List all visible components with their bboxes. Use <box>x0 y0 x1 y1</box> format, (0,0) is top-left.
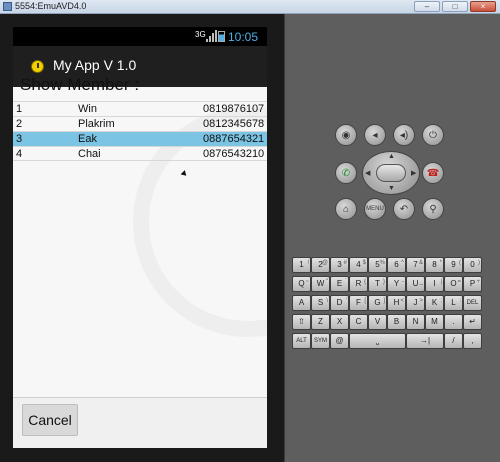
key-v[interactable]: V <box>368 314 387 330</box>
signal-icon <box>206 30 217 42</box>
key-u[interactable]: _ U <box>406 276 425 292</box>
key-p[interactable]: + P <box>463 276 482 292</box>
key-m[interactable]: M <box>425 314 444 330</box>
key-6[interactable]: ^ 6 <box>387 257 406 273</box>
close-button[interactable]: × <box>470 1 496 12</box>
key-shift[interactable]: ⇧ <box>292 314 311 330</box>
menu-button[interactable]: MENU <box>364 198 386 220</box>
dpad-down-icon[interactable]: ▼ <box>388 185 395 192</box>
key-7[interactable]: & 7 <box>406 257 425 273</box>
app-logo-icon <box>31 60 44 73</box>
key-j[interactable]: > J <box>406 295 425 311</box>
key-h[interactable]: < H <box>387 295 406 311</box>
member-phone: 0887654321 <box>203 133 265 145</box>
member-phone: 0819876107 <box>203 103 265 115</box>
phone-screen: 3G 10:05 My App V 1.0 Show Member : 1 Wi… <box>13 27 267 448</box>
window-titlebar: 5554:EmuAVD4.0 – □ × <box>0 0 500 14</box>
key-c[interactable]: C <box>349 314 368 330</box>
member-phone: 0876543210 <box>203 148 265 160</box>
key-e[interactable]: ` E <box>330 276 349 292</box>
key-1[interactable]: ! 1 <box>292 257 311 273</box>
key-slash[interactable]: / <box>444 333 463 349</box>
key-y[interactable]: -Y <box>387 276 406 292</box>
member-id: 1 <box>16 103 23 115</box>
key-3[interactable]: #3 <box>330 257 349 273</box>
key-s[interactable]: \ S <box>311 295 330 311</box>
key-t[interactable]: } T <box>368 276 387 292</box>
key-comma[interactable]: , <box>463 333 482 349</box>
back-icon[interactable]: ↶ <box>393 198 415 220</box>
key-b[interactable]: B <box>387 314 406 330</box>
member-name: Chai <box>78 148 101 160</box>
dpad-center-button[interactable] <box>376 164 406 182</box>
key-sym[interactable]: SYM <box>311 333 330 349</box>
window-controls: – □ × <box>414 1 496 12</box>
member-id: 4 <box>16 148 23 160</box>
dpad-left-icon[interactable]: ◀ <box>365 169 370 177</box>
cancel-button[interactable]: Cancel <box>22 404 78 436</box>
bottom-bar: Cancel <box>13 397 267 448</box>
section-title: Show Member : <box>20 75 140 94</box>
member-id: 3 <box>16 133 23 145</box>
key-at[interactable]: @ <box>330 333 349 349</box>
key-space[interactable]: ⎵ <box>349 333 406 349</box>
call-icon[interactable]: ✆ <box>335 162 357 184</box>
key-4[interactable]: $4 <box>349 257 368 273</box>
app-title: My App V 1.0 <box>53 57 137 73</box>
key-w[interactable]: " W <box>311 276 330 292</box>
key-x[interactable]: X <box>330 314 349 330</box>
key-enter[interactable]: ↵ <box>463 314 482 330</box>
key-alt-left[interactable]: ALT <box>292 333 311 349</box>
member-list: 1 Win 0819876107 2 Plakrim 0812345678 3 … <box>13 101 267 161</box>
minimize-button[interactable]: – <box>414 1 440 12</box>
power-icon[interactable]: ⏻ <box>422 124 444 146</box>
hardware-controls-panel <box>284 14 500 462</box>
key-o[interactable]: = O <box>444 276 463 292</box>
key-k[interactable]: ; K <box>425 295 444 311</box>
key-i[interactable]: | I <box>425 276 444 292</box>
status-bar: 3G 10:05 <box>13 27 267 46</box>
battery-icon <box>218 31 225 42</box>
key-r[interactable]: {R <box>349 276 368 292</box>
window-title: 5554:EmuAVD4.0 <box>15 1 87 11</box>
emulator-app-icon <box>3 2 12 11</box>
key-tab[interactable]: →| <box>406 333 444 349</box>
dpad-up-icon[interactable]: ▲ <box>388 153 395 160</box>
key-del[interactable]: DEL <box>463 295 482 311</box>
network-type: 3G <box>195 30 206 39</box>
key-d[interactable]: ' D <box>330 295 349 311</box>
member-name: Plakrim <box>78 118 115 130</box>
volume-down-icon[interactable]: ◂ <box>364 124 386 146</box>
member-id: 2 <box>16 118 23 130</box>
key-l[interactable]: :L <box>444 295 463 311</box>
list-item[interactable]: 1 Win 0819876107 <box>13 101 267 116</box>
list-item[interactable]: 4 Chai 0876543210 <box>13 146 267 161</box>
status-clock: 10:05 <box>228 30 259 44</box>
key-z[interactable]: Z <box>311 314 330 330</box>
end-call-icon[interactable]: ☎ <box>422 162 444 184</box>
key-9[interactable]: (9 <box>444 257 463 273</box>
member-phone: 0812345678 <box>203 118 265 130</box>
member-name: Eak <box>78 133 97 145</box>
camera-icon[interactable]: ◉ <box>335 124 357 146</box>
key-period[interactable]: . <box>444 314 463 330</box>
key-2[interactable]: @2 <box>311 257 330 273</box>
list-item[interactable]: 2 Plakrim 0812345678 <box>13 116 267 131</box>
volume-up-icon[interactable]: ◂) <box>393 124 415 146</box>
home-icon[interactable]: ⌂ <box>335 198 357 220</box>
key-n[interactable]: N <box>406 314 425 330</box>
key-f[interactable]: [F <box>349 295 368 311</box>
key-0[interactable]: ) 0 <box>463 257 482 273</box>
dpad-right-icon[interactable]: ▶ <box>411 169 416 177</box>
member-name: Win <box>78 103 97 115</box>
maximize-button[interactable]: □ <box>442 1 468 12</box>
key-q[interactable]: ~ Q <box>292 276 311 292</box>
list-item-selected[interactable]: 3 Eak 0887654321 <box>13 131 267 146</box>
key-a[interactable]: A <box>292 295 311 311</box>
key-5[interactable]: % 5 <box>368 257 387 273</box>
search-icon[interactable]: ⚲ <box>422 198 444 220</box>
key-g[interactable]: ] G <box>368 295 387 311</box>
key-8[interactable]: * 8 <box>425 257 444 273</box>
